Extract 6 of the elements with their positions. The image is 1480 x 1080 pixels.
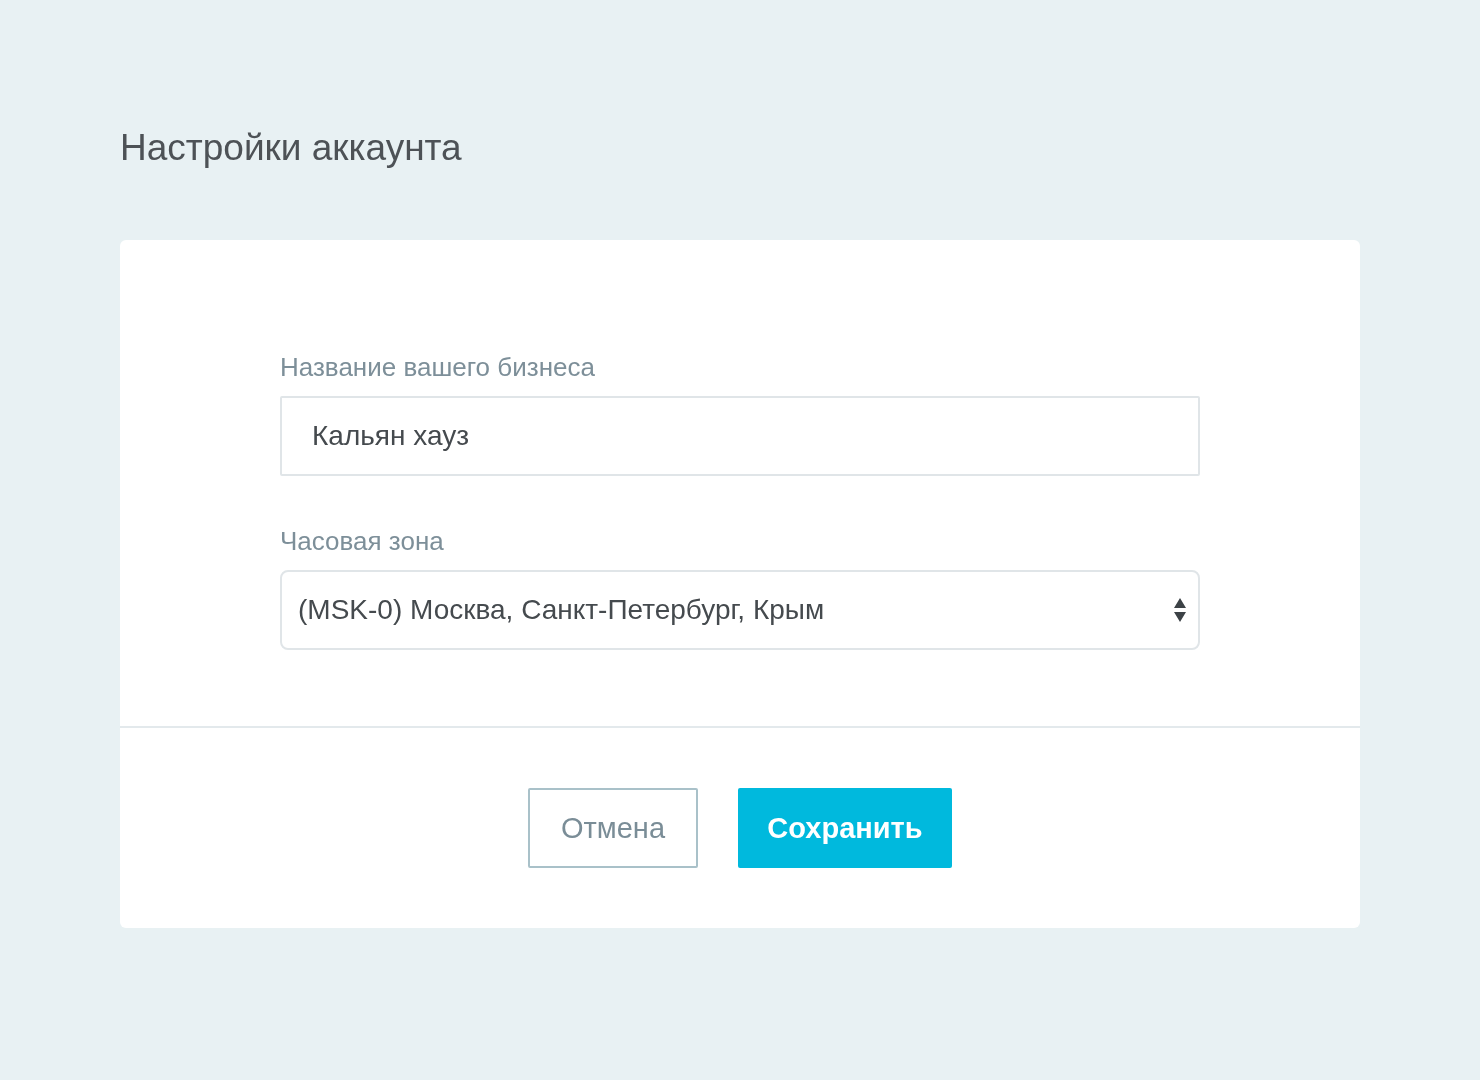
input-field[interactable]: Кальян хауз: [280, 396, 1200, 476]
page-title: Настройки аккаунта: [120, 126, 463, 170]
field-label: Часовая зона: [280, 525, 445, 558]
timezone-dropdown[interactable]: (MSK-0) Москва, Санкт-Петербург, Крым: [280, 570, 1200, 650]
sort-arrows-icon: [1174, 598, 1186, 622]
field-label: Название вашего бизнеса: [280, 351, 596, 384]
